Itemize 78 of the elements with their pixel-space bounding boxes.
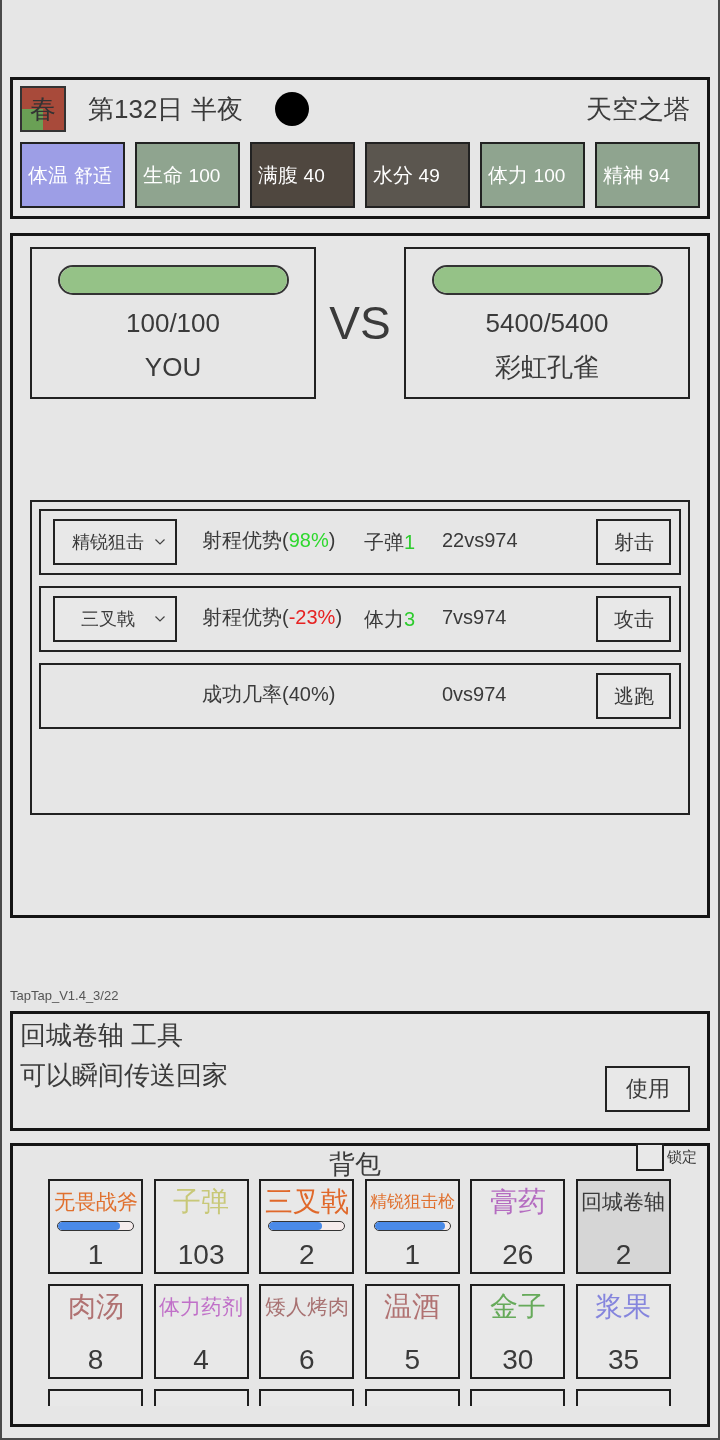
item-count: 1 (404, 1240, 421, 1270)
item-slot[interactable]: 膏药 26 (470, 1179, 566, 1274)
power-text: 7vs974 (442, 605, 507, 629)
item-count: 8 (87, 1345, 104, 1375)
item-name: 浆果 (595, 1292, 652, 1322)
stat-tile: 体温 舒适 (20, 142, 125, 208)
cost-text: 体力3 (364, 606, 417, 632)
item-name: 精锐狙击枪 (369, 1191, 455, 1213)
hp-text: 5400/5400 (485, 308, 609, 338)
power-text: 0vs974 (442, 682, 507, 706)
weapon-dropdown[interactable]: 精锐狙击 (53, 519, 177, 565)
item-count: 30 (502, 1345, 534, 1375)
location-text: 天空之塔 (586, 93, 690, 125)
fighter-name: 彩虹孔雀 (495, 352, 599, 382)
item-slot[interactable]: 温酒 5 (364, 1284, 460, 1379)
action-button[interactable]: 逃跑 (596, 673, 671, 719)
item-slot[interactable] (470, 1389, 566, 1406)
item-count: 2 (298, 1240, 315, 1270)
item-count: 35 (607, 1345, 640, 1375)
item-name: 肉汤 (67, 1292, 124, 1322)
item-name: 矮人烤肉 (264, 1294, 349, 1320)
stat-tile: 生命 100 (135, 142, 240, 208)
season-badge: 春 (20, 86, 66, 132)
inventory-title: 背包 (329, 1149, 381, 1179)
item-name: 温酒 (384, 1292, 441, 1322)
item-slot[interactable] (259, 1389, 355, 1406)
cost-text: 子弹1 (364, 529, 417, 555)
item-name: 体力药剂 (159, 1294, 244, 1320)
power-text: 22vs974 (442, 528, 518, 552)
lock-checkbox[interactable] (636, 1143, 664, 1171)
action-button[interactable]: 攻击 (596, 596, 671, 642)
item-slot[interactable]: 体力药剂 4 (153, 1284, 249, 1379)
item-count: 5 (404, 1345, 421, 1375)
versus-text: VS (329, 297, 391, 349)
item-count: 4 (193, 1345, 209, 1375)
item-count: 2 (615, 1240, 632, 1270)
item-slot[interactable]: 子弹 103 (153, 1179, 249, 1274)
stat-tile: 体力 100 (480, 142, 585, 208)
chevron-down-icon (155, 539, 165, 545)
item-description: 可以瞬间传送回家 (20, 1059, 228, 1092)
chevron-down-icon (155, 616, 165, 622)
hp-text: 100/100 (126, 308, 220, 338)
stat-text: 射程优势(98%) (202, 527, 337, 553)
item-slot[interactable] (364, 1389, 460, 1406)
item-name: 无畏战斧 (53, 1189, 138, 1215)
item-count: 103 (177, 1240, 225, 1270)
item-slot[interactable]: 三叉戟 2 (259, 1179, 355, 1274)
stat-tile: 精神 94 (595, 142, 700, 208)
version-text: TapTap_V1.4_3/22 (10, 988, 119, 1004)
item-title: 回城卷轴 工具 (20, 1019, 184, 1052)
item-name: 金子 (489, 1292, 546, 1322)
item-name: 膏药 (489, 1187, 546, 1217)
item-count: 26 (502, 1240, 534, 1270)
item-slot[interactable] (153, 1389, 249, 1406)
item-slot[interactable]: 肉汤 8 (48, 1284, 143, 1379)
item-slot[interactable]: 浆果 35 (575, 1284, 671, 1379)
item-slot[interactable] (48, 1389, 143, 1406)
stat-tile: 满腹 40 (250, 142, 355, 208)
item-slot[interactable]: 精锐狙击枪 1 (364, 1179, 460, 1274)
item-name: 三叉戟 (264, 1187, 349, 1217)
stat-tile: 水分 49 (365, 142, 470, 208)
fighter-name: YOU (144, 352, 202, 382)
lock-label: 锁定 (667, 1147, 697, 1167)
item-slot[interactable] (575, 1389, 671, 1406)
item-slot[interactable]: 金子 30 (470, 1284, 566, 1379)
stat-text: 成功几率(40%) (202, 681, 337, 707)
item-count: 6 (298, 1345, 315, 1375)
stat-text: 射程优势(-23%) (202, 604, 344, 630)
use-button[interactable]: 使用 (605, 1066, 690, 1112)
item-slot[interactable]: 无畏战斧 1 (48, 1179, 143, 1274)
item-name: 回城卷轴 (581, 1189, 666, 1215)
item-count: 1 (87, 1240, 104, 1270)
day-time-text: 第132日 半夜 (88, 93, 243, 125)
item-slot[interactable]: 矮人烤肉 6 (259, 1284, 355, 1379)
item-slot[interactable]: 回城卷轴 2 (575, 1179, 671, 1274)
action-button[interactable]: 射击 (596, 519, 671, 565)
weapon-dropdown[interactable]: 三叉戟 (53, 596, 177, 642)
item-name: 子弹 (173, 1187, 230, 1217)
